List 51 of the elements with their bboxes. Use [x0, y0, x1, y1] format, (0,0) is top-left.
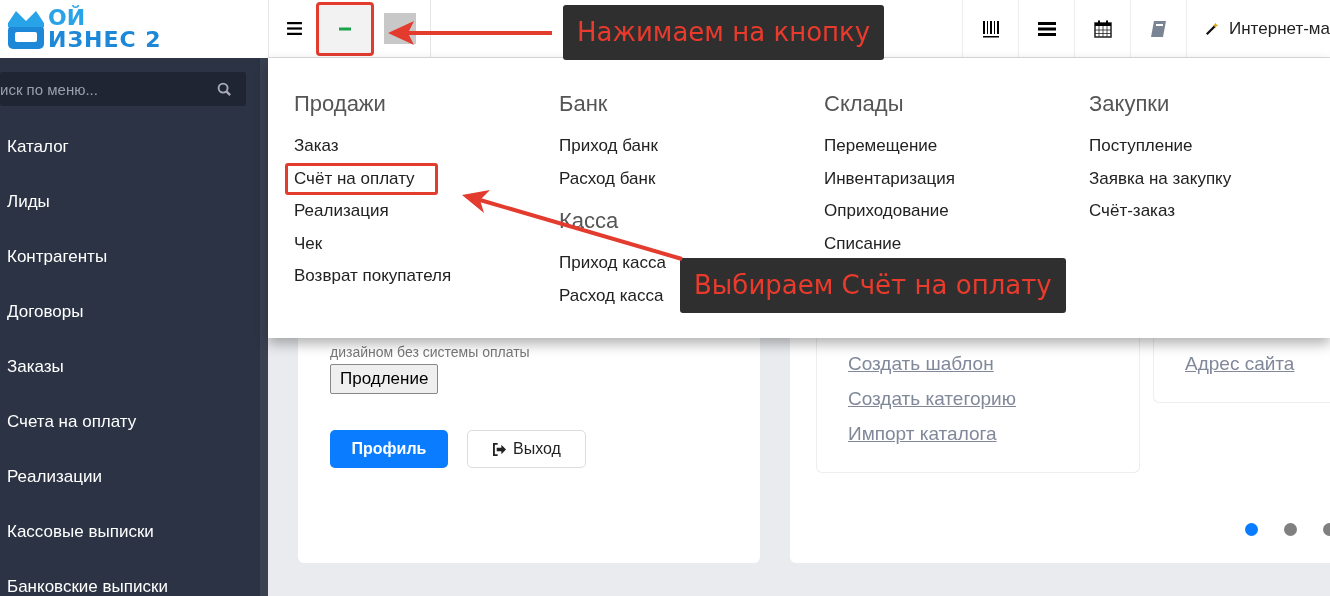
menu-toggle-button[interactable] — [316, 1, 374, 56]
sidebar-item[interactable]: Контрагенты — [0, 229, 260, 284]
menu-item[interactable]: Чек — [285, 227, 326, 261]
sidebar-item[interactable]: Лиды — [0, 174, 260, 229]
logo-text: ОЙ — [48, 7, 87, 29]
catalog-link[interactable]: Импорт каталога — [848, 423, 997, 445]
menu-section-title: Продажи — [294, 92, 386, 117]
menu-item[interactable]: Поступление — [1080, 130, 1196, 163]
menu-item[interactable]: Счёт на оплату — [285, 162, 438, 196]
menu-section-title: Закупки — [1089, 92, 1170, 117]
sidebar-item[interactable]: Реализации — [0, 449, 260, 504]
menu-item[interactable]: Реализация — [285, 195, 392, 228]
menu-item[interactable]: Списание — [815, 227, 905, 261]
menu-item[interactable]: Возврат покупателя — [285, 260, 455, 293]
catalog-link[interactable]: Создать категорию — [848, 388, 1016, 410]
menu-icon[interactable] — [287, 22, 302, 35]
menu-item[interactable]: Заявка на закупку — [1080, 162, 1235, 196]
menu-item[interactable]: Приход банк — [550, 130, 661, 163]
carousel-dot[interactable] — [1245, 523, 1258, 536]
menu-item[interactable]: Перемещение — [815, 130, 941, 163]
sidebar-item[interactable]: Каталог — [0, 119, 260, 174]
logout-button[interactable]: Выход — [467, 430, 586, 468]
logo-text: ИЗНЕС 2 — [48, 29, 162, 51]
menu-section-title: Банк — [559, 92, 608, 117]
subscription-note: дизайном без системы оплаты — [330, 344, 531, 360]
sign-out-icon — [492, 442, 508, 456]
annotation-callout: Выбираем Счёт на оплату — [680, 258, 1066, 313]
menu-item[interactable]: Заказ — [285, 130, 342, 163]
menu-item[interactable]: Приход касса — [550, 247, 669, 280]
shop-link-text[interactable]: Интернет-ма — [1229, 18, 1330, 39]
sidebar-item[interactable]: Кассовые выписки — [0, 504, 260, 559]
profile-button[interactable]: Профиль — [330, 430, 448, 468]
site-link[interactable]: Адрес сайта — [1185, 353, 1295, 374]
sidebar-item[interactable]: Банковские выписки — [0, 559, 260, 596]
catalog-link[interactable]: Создать шаблон — [848, 353, 994, 375]
magic-wand-icon — [1205, 20, 1219, 37]
menu-item[interactable]: Инвентаризация — [815, 162, 958, 196]
menu-item[interactable]: Расход банк — [550, 162, 659, 196]
sidebar-item[interactable]: Счета на оплату — [0, 394, 260, 449]
shop-link[interactable]: Интернет-ма — [1186, 0, 1330, 57]
renew-button[interactable]: Продление — [330, 364, 439, 394]
carousel-dot[interactable] — [1284, 523, 1297, 536]
menu-section-title: Склады — [824, 92, 904, 117]
menu-item[interactable]: Счёт-заказ — [1080, 195, 1178, 228]
menu-search-field[interactable]: иск по меню... — [0, 72, 246, 106]
menu-item[interactable]: Оприходование — [815, 195, 952, 228]
annotation-callout: Нажимаем на кнопку — [563, 5, 885, 60]
sidebar-item[interactable]: Договоры — [0, 284, 260, 339]
sidebar-item[interactable]: Заказы — [0, 339, 260, 394]
menu-item[interactable]: Расход касса — [550, 279, 667, 313]
search-icon[interactable] — [217, 82, 232, 97]
